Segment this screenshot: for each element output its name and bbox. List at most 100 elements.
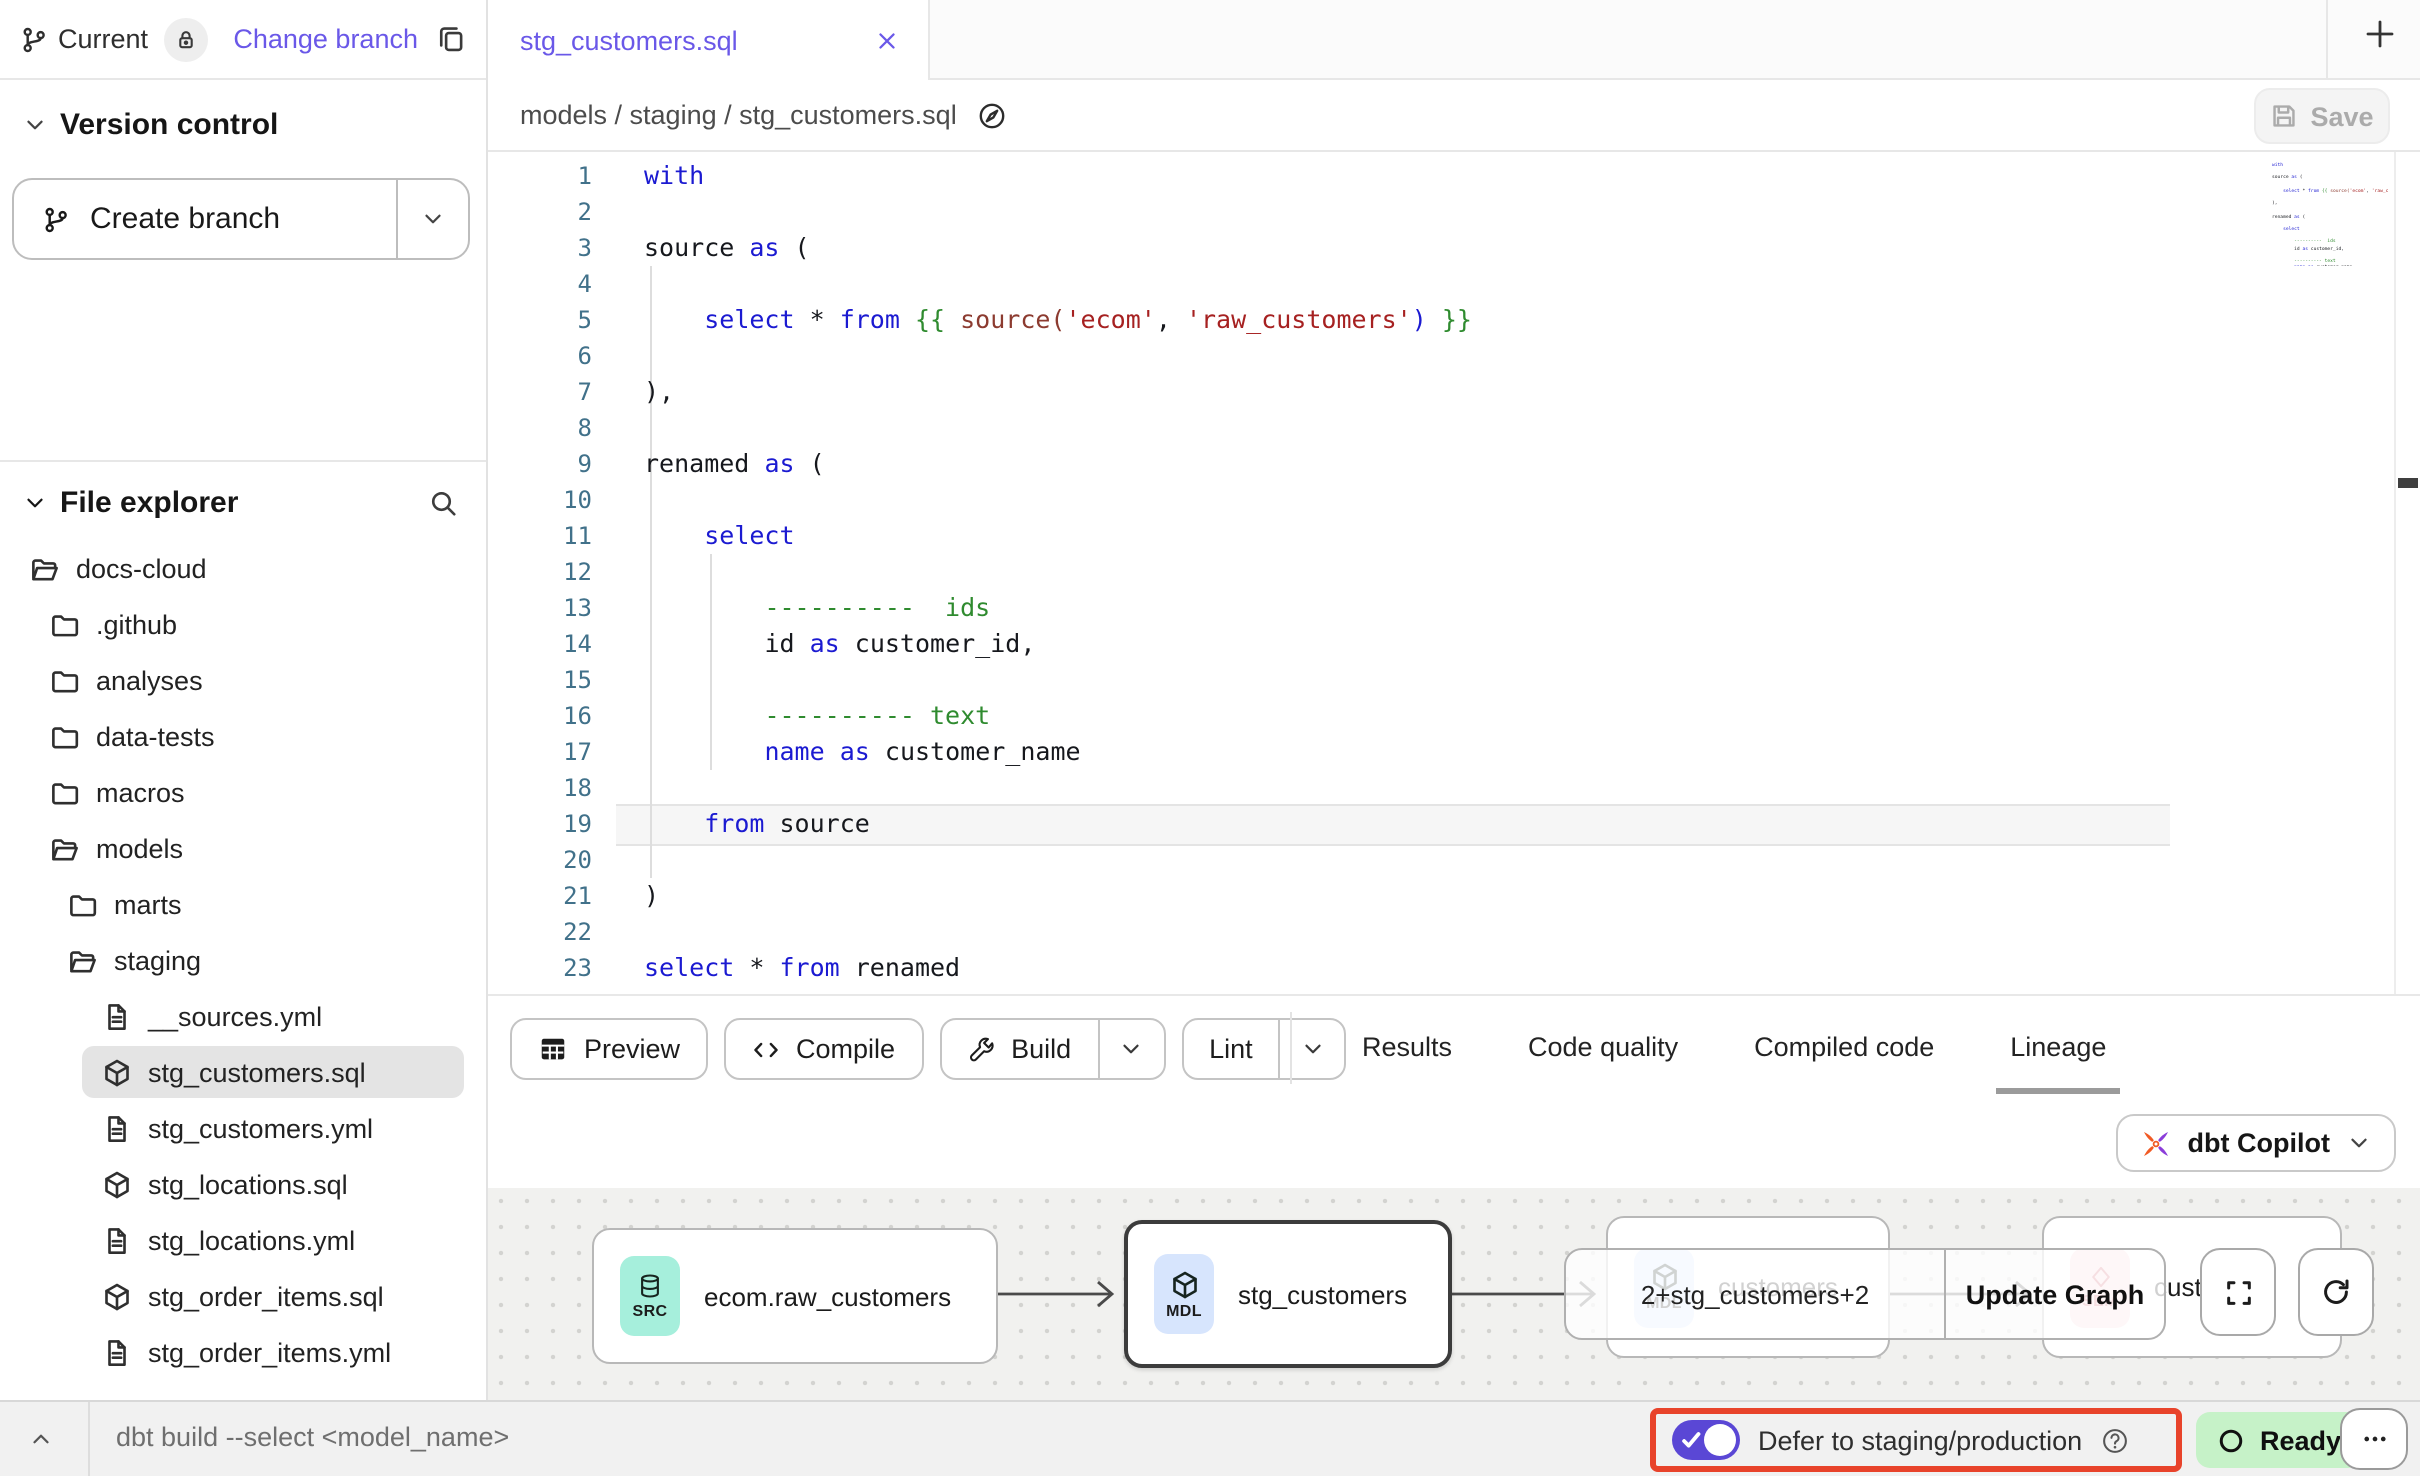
- code-line-2[interactable]: 2: [488, 194, 2420, 230]
- node-type-label: SRC: [633, 1302, 668, 1320]
- tree-item-analyses[interactable]: analyses: [0, 652, 486, 708]
- tree-item-stg-customers-yml[interactable]: stg_customers.yml: [0, 1100, 486, 1156]
- code-editor[interactable]: 1with23source as (45 select * from {{ so…: [488, 152, 2420, 994]
- scrollbar-thumb[interactable]: [2398, 478, 2418, 488]
- search-icon[interactable]: [428, 488, 458, 518]
- lineage-canvas[interactable]: SRC ecom.raw_customers MDL stg_customers…: [488, 1188, 2420, 1400]
- code-line-16[interactable]: 16 ---------- text: [488, 698, 2420, 734]
- lineage-node-stg-customers[interactable]: MDL stg_customers: [1124, 1220, 1452, 1368]
- preview-main[interactable]: Preview: [512, 1020, 706, 1078]
- tab-stg-customers-sql[interactable]: stg_customers.sql: [488, 0, 930, 80]
- node-type-label: MDL: [1166, 1301, 1202, 1319]
- tree-item--github[interactable]: .github: [0, 596, 486, 652]
- new-tab-button[interactable]: [2364, 18, 2396, 50]
- tree-item-marts[interactable]: marts: [0, 876, 486, 932]
- tree-item-data-tests[interactable]: data-tests: [0, 708, 486, 764]
- tab-results[interactable]: Results: [1324, 996, 1490, 1098]
- create-branch-dropdown[interactable]: [396, 180, 468, 258]
- fullscreen-button[interactable]: [2200, 1248, 2276, 1336]
- command-input[interactable]: dbt build --select <model_name>: [116, 1422, 509, 1452]
- save-button[interactable]: Save: [2254, 88, 2390, 144]
- lint-button[interactable]: Lint: [1181, 1018, 1347, 1080]
- tree-item-stg-locations-sql[interactable]: stg_locations.sql: [0, 1156, 486, 1212]
- code-line-1[interactable]: 1with: [488, 158, 2420, 194]
- file-icon: [102, 1337, 132, 1367]
- code-line-17[interactable]: 17 name as customer_name: [488, 734, 2420, 770]
- code-line-4[interactable]: 4: [488, 266, 2420, 302]
- file-icon: [102, 1001, 132, 1031]
- line-number: 16: [488, 698, 592, 734]
- tree-item-staging[interactable]: staging: [0, 932, 486, 988]
- code-line-5[interactable]: 5 select * from {{ source('ecom', 'raw_c…: [488, 302, 2420, 338]
- refresh-button[interactable]: [2298, 1248, 2374, 1336]
- code-line-3[interactable]: 3source as (: [488, 230, 2420, 266]
- defer-toggle[interactable]: [1672, 1420, 1740, 1460]
- code-line-20[interactable]: 20: [488, 842, 2420, 878]
- main-panel: stg_customers.sql models / staging / stg…: [488, 0, 2420, 1400]
- code-line-21[interactable]: 21): [488, 878, 2420, 914]
- code-line-22[interactable]: 22: [488, 914, 2420, 950]
- build-main[interactable]: Build: [941, 1020, 1097, 1078]
- tab-lineage[interactable]: Lineage: [1972, 996, 2144, 1098]
- code-line-19[interactable]: 19 from source: [488, 806, 2420, 842]
- preview-button[interactable]: Preview: [510, 1018, 708, 1080]
- code-line-8[interactable]: 8: [488, 410, 2420, 446]
- toggle-knob: [1704, 1424, 1736, 1456]
- minimap[interactable]: with source as ( select * from {{ source…: [2272, 162, 2388, 266]
- tree-item-docs-cloud[interactable]: docs-cloud: [0, 540, 486, 596]
- code-line-10[interactable]: 10: [488, 482, 2420, 518]
- lineage-node-ecom-raw-customers[interactable]: SRC ecom.raw_customers: [592, 1228, 998, 1364]
- tree-item--sources-yml[interactable]: __sources.yml: [0, 988, 486, 1044]
- lint-main[interactable]: Lint: [1183, 1020, 1279, 1078]
- copilot-strip: dbt Copilot: [488, 1096, 2420, 1188]
- lineage-selector-input[interactable]: 2+stg_customers+2: [1566, 1250, 1944, 1338]
- tree-item-label: stg_order_items.sql: [148, 1281, 384, 1311]
- dbt-copilot-button[interactable]: dbt Copilot: [2116, 1114, 2396, 1172]
- code-line-14[interactable]: 14 id as customer_id,: [488, 626, 2420, 662]
- tab-code-quality[interactable]: Code quality: [1490, 996, 1716, 1098]
- code-line-11[interactable]: 11 select: [488, 518, 2420, 554]
- line-number: 3: [488, 230, 592, 266]
- git-branch-icon: [20, 25, 48, 53]
- code-line-9[interactable]: 9renamed as (: [488, 446, 2420, 482]
- close-icon[interactable]: [874, 27, 900, 53]
- compile-main[interactable]: Compile: [726, 1020, 921, 1078]
- statusbar-divider: [88, 1402, 90, 1476]
- create-branch-button[interactable]: Create branch: [12, 178, 470, 260]
- copy-icon[interactable]: [436, 24, 466, 54]
- tree-item-macros[interactable]: macros: [0, 764, 486, 820]
- ready-label: Ready: [2260, 1425, 2341, 1455]
- build-dropdown[interactable]: [1097, 1020, 1163, 1078]
- tree-item-stg-order-items-sql[interactable]: stg_order_items.sql: [0, 1268, 486, 1324]
- question-icon[interactable]: [2100, 1425, 2130, 1455]
- tree-item-models[interactable]: models: [0, 820, 486, 876]
- node-type-badge: SRC: [620, 1256, 680, 1336]
- code-line-13[interactable]: 13 ---------- ids: [488, 590, 2420, 626]
- tree-item-stg-customers-sql[interactable]: stg_customers.sql: [0, 1044, 486, 1100]
- tree-item-stg-locations-yml[interactable]: stg_locations.yml: [0, 1212, 486, 1268]
- chevron-down-icon: [22, 490, 48, 516]
- code-line-18[interactable]: 18: [488, 770, 2420, 806]
- version-control-header[interactable]: Version control: [0, 80, 486, 158]
- update-graph-button[interactable]: Update Graph: [1944, 1250, 2164, 1338]
- create-branch-main[interactable]: Create branch: [14, 180, 396, 258]
- compass-icon[interactable]: [977, 99, 1009, 131]
- more-options-button[interactable]: [2340, 1408, 2408, 1470]
- code-line-23[interactable]: 23select * from renamed: [488, 950, 2420, 986]
- tab-compiled-code[interactable]: Compiled code: [1716, 996, 1972, 1098]
- folder-icon: [50, 609, 80, 639]
- file-explorer-header[interactable]: File explorer: [0, 462, 486, 540]
- copilot-label: dbt Copilot: [2188, 1128, 2330, 1158]
- compile-button[interactable]: Compile: [724, 1018, 923, 1080]
- expand-console-button[interactable]: [28, 1426, 54, 1452]
- code-line-6[interactable]: 6: [488, 338, 2420, 374]
- scrollbar-track: [2394, 152, 2396, 994]
- code-line-12[interactable]: 12: [488, 554, 2420, 590]
- code-line-7[interactable]: 7),: [488, 374, 2420, 410]
- tree-item-stg-order-items-yml[interactable]: stg_order_items.yml: [0, 1324, 486, 1380]
- build-button[interactable]: Build: [939, 1018, 1165, 1080]
- lock-icon: [174, 27, 198, 51]
- folder-icon: [50, 721, 80, 751]
- change-branch-link[interactable]: Change branch: [233, 24, 418, 54]
- code-line-15[interactable]: 15: [488, 662, 2420, 698]
